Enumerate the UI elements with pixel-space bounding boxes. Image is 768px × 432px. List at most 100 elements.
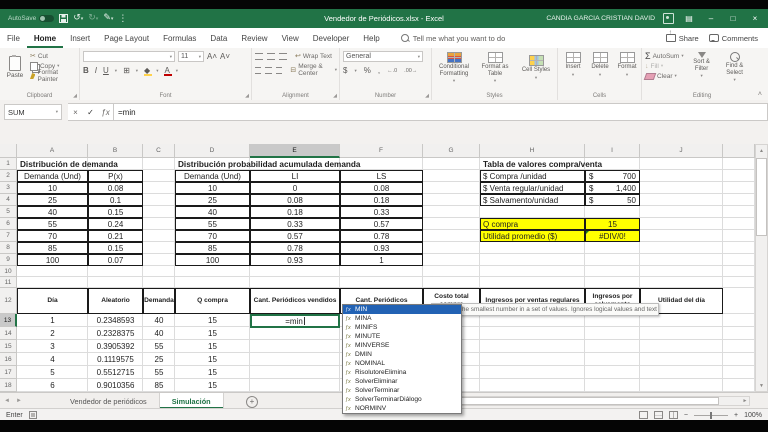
grid-cell-K16[interactable] bbox=[723, 353, 755, 366]
cumulative-table-title[interactable]: Distribución probabilidad acumulada dema… bbox=[176, 158, 426, 170]
function-option-norminv[interactable]: ƒxNORMINV bbox=[343, 404, 461, 413]
sim-cell-C14[interactable]: 40 bbox=[143, 327, 175, 340]
cell-D5[interactable]: 40 bbox=[175, 206, 250, 218]
grid-cell-C3[interactable] bbox=[143, 182, 175, 194]
cell-F3[interactable]: 0.08 bbox=[340, 182, 423, 194]
price-label-4[interactable]: $ Salvamento/unidad bbox=[480, 194, 585, 206]
grid-cell-G4[interactable] bbox=[423, 194, 480, 206]
sim-cell-A14[interactable]: 2 bbox=[17, 327, 88, 340]
scroll-right-arrow[interactable]: ► bbox=[740, 396, 750, 406]
bold-button[interactable]: B bbox=[83, 66, 89, 75]
account-name[interactable]: CANDIA GARCIA CRISTIAN DAVID bbox=[546, 15, 655, 22]
sim-header-E[interactable]: Cant. Periódicos vendidos bbox=[250, 288, 340, 314]
ribbon-tab-home[interactable]: Home bbox=[27, 28, 63, 48]
ribbon-display-options-icon[interactable]: ▤ bbox=[682, 14, 696, 23]
grid-cell-J6[interactable] bbox=[640, 218, 723, 230]
align-middle-icon[interactable] bbox=[267, 53, 275, 60]
row-header-18[interactable]: 18 bbox=[0, 379, 17, 392]
demand-header-px[interactable]: P(x) bbox=[88, 170, 143, 182]
grid-cell-A11[interactable] bbox=[17, 277, 88, 288]
row-header-7[interactable]: 7 bbox=[0, 230, 17, 242]
grid-cell-K9[interactable] bbox=[723, 254, 755, 266]
share-button[interactable]: Share bbox=[666, 34, 699, 43]
function-option-risolutoreelimina[interactable]: ƒxRisolutoreElimina bbox=[343, 368, 461, 377]
sim-cell-D18[interactable]: 15 bbox=[175, 379, 250, 392]
grid-cell-G9[interactable] bbox=[423, 254, 480, 266]
cell-F8[interactable]: 0.93 bbox=[340, 242, 423, 254]
row-header-5[interactable]: 5 bbox=[0, 206, 17, 218]
cumulative-header-E[interactable]: LI bbox=[250, 170, 340, 182]
cancel-icon[interactable]: × bbox=[68, 108, 83, 117]
grid-cell-H16[interactable] bbox=[480, 353, 585, 366]
grid-cell-E17[interactable] bbox=[250, 366, 340, 379]
function-option-dmin[interactable]: ƒxDMIN bbox=[343, 350, 461, 359]
conditional-formatting-button[interactable]: Conditional Formatting▾ bbox=[435, 51, 473, 84]
zoom-out-button[interactable]: − bbox=[684, 412, 688, 419]
param-label-6[interactable]: Q compra bbox=[480, 218, 585, 230]
sim-cell-C15[interactable]: 55 bbox=[143, 340, 175, 353]
cell-E5[interactable]: 0.18 bbox=[250, 206, 340, 218]
grid-cell-E10[interactable] bbox=[250, 266, 340, 277]
enter-icon[interactable]: ✓ bbox=[83, 108, 98, 117]
row-header-3[interactable]: 3 bbox=[0, 182, 17, 194]
font-name-select[interactable]: ▾ bbox=[83, 51, 175, 62]
grid-cell-I9[interactable] bbox=[585, 254, 640, 266]
page-layout-view-icon[interactable] bbox=[654, 411, 663, 419]
sim-cell-A17[interactable]: 5 bbox=[17, 366, 88, 379]
comma-format-button[interactable]: , bbox=[378, 66, 380, 75]
redo-button[interactable]: ↻▾ bbox=[88, 13, 98, 24]
column-header-D[interactable]: D bbox=[175, 144, 250, 158]
cell-F4[interactable]: 0.18 bbox=[340, 194, 423, 206]
prev-sheet-arrow[interactable]: ◄ bbox=[4, 398, 10, 404]
cell-D6[interactable]: 55 bbox=[175, 218, 250, 230]
user-avatar[interactable] bbox=[663, 13, 674, 24]
number-format-select[interactable]: General▾ bbox=[343, 51, 423, 62]
sim-cell-A15[interactable]: 3 bbox=[17, 340, 88, 353]
cell-D4[interactable]: 25 bbox=[175, 194, 250, 206]
cell-E9[interactable]: 0.93 bbox=[250, 254, 340, 266]
grid-cell-J11[interactable] bbox=[640, 277, 723, 288]
column-header-J[interactable]: J bbox=[640, 144, 723, 158]
grid-cell-D10[interactable] bbox=[175, 266, 250, 277]
active-cell-e13[interactable]: =min bbox=[250, 314, 340, 328]
cell-E4[interactable]: 0.08 bbox=[250, 194, 340, 206]
clipboard-dialog-launcher[interactable]: ◢ bbox=[73, 93, 77, 99]
function-option-solverterminardiálogo[interactable]: ƒxSolverTerminarDiálogo bbox=[343, 395, 461, 404]
sheet-tab-vendedor-de-periódicos[interactable]: Vendedor de periódicos bbox=[58, 393, 160, 409]
function-option-mina[interactable]: ƒxMINA bbox=[343, 314, 461, 323]
grid-cell-K11[interactable] bbox=[723, 277, 755, 288]
grid-cell-C7[interactable] bbox=[143, 230, 175, 242]
price-table-title[interactable]: Tabla de valores compra/venta bbox=[481, 158, 656, 170]
grid-cell-K5[interactable] bbox=[723, 206, 755, 218]
font-dialog-launcher[interactable]: ◢ bbox=[245, 93, 249, 99]
grow-font-button[interactable]: A˄ bbox=[207, 52, 217, 61]
grid-cell-C6[interactable] bbox=[143, 218, 175, 230]
save-icon[interactable] bbox=[59, 14, 68, 23]
function-option-minute[interactable]: ƒxMINUTE bbox=[343, 332, 461, 341]
grid-cell-J5[interactable] bbox=[640, 206, 723, 218]
sim-cell-A18[interactable]: 6 bbox=[17, 379, 88, 392]
grid-cell-K13[interactable] bbox=[723, 314, 755, 327]
function-option-solverterminar[interactable]: ƒxSolverTerminar bbox=[343, 386, 461, 395]
grid-cell-I5[interactable] bbox=[585, 206, 640, 218]
column-header-C[interactable]: C bbox=[143, 144, 175, 158]
pen-button[interactable]: ✎▾ bbox=[103, 13, 113, 24]
alignment-dialog-launcher[interactable]: ◢ bbox=[333, 93, 337, 99]
grid-cell-J10[interactable] bbox=[640, 266, 723, 277]
grid-cell-K18[interactable] bbox=[723, 379, 755, 392]
sim-cell-D16[interactable]: 15 bbox=[175, 353, 250, 366]
grid-cell-H18[interactable] bbox=[480, 379, 585, 392]
font-color-button[interactable]: A bbox=[164, 66, 169, 75]
sim-cell-B18[interactable]: 0.9010356 bbox=[88, 379, 143, 392]
macro-record-icon[interactable] bbox=[29, 411, 37, 419]
grid-cell-C5[interactable] bbox=[143, 206, 175, 218]
function-option-nominal[interactable]: ƒxNOMINAL bbox=[343, 359, 461, 368]
grid-cell-I8[interactable] bbox=[585, 242, 640, 254]
minimize-button[interactable]: – bbox=[704, 14, 718, 23]
autosum-button[interactable]: ΣAutoSum▾ bbox=[645, 51, 684, 61]
grid-cell-C11[interactable] bbox=[143, 277, 175, 288]
cell-styles-button[interactable]: Cell Styles▾ bbox=[517, 54, 555, 81]
demand-header-col[interactable]: Demanda (Und) bbox=[17, 170, 88, 182]
grid-cell-K3[interactable] bbox=[723, 182, 755, 194]
cell-B9[interactable]: 0.07 bbox=[88, 254, 143, 266]
